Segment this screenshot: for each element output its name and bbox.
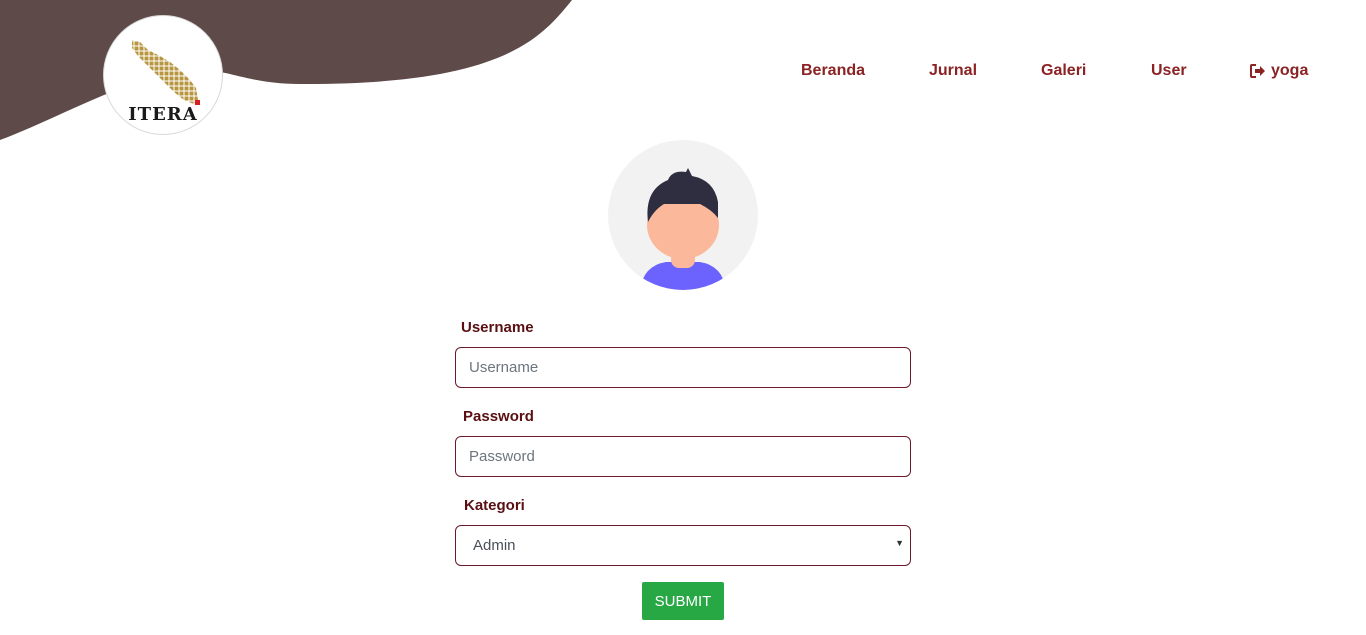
nav-galeri[interactable]: Galeri [1041, 60, 1086, 82]
itera-logo[interactable]: ITERA [103, 15, 223, 135]
kategori-selected-value: Admin [473, 537, 516, 554]
username-input[interactable] [455, 347, 911, 388]
password-label: Password [463, 408, 534, 425]
kategori-select[interactable]: Admin ▼ [455, 525, 911, 566]
person-avatar-icon [640, 168, 726, 290]
header-wave [0, 0, 572, 140]
kategori-label: Kategori [464, 497, 525, 514]
username-label: Username [461, 319, 534, 336]
nav-beranda[interactable]: Beranda [801, 60, 865, 82]
password-input[interactable] [455, 436, 911, 477]
logo-text: ITERA [128, 104, 198, 125]
user-avatar [608, 140, 758, 290]
nav-user-name: yoga [1271, 62, 1309, 79]
submit-button[interactable]: SUBMIT [642, 582, 724, 620]
nav-jurnal[interactable]: Jurnal [929, 60, 977, 82]
caret-down-icon: ▼ [895, 538, 904, 548]
page: ITERA Beranda Jurnal Galeri User yoga Us… [0, 0, 1366, 635]
nav-logout-yoga[interactable]: yoga [1250, 60, 1308, 82]
sign-out-icon [1250, 64, 1265, 78]
nav-user[interactable]: User [1151, 60, 1187, 82]
